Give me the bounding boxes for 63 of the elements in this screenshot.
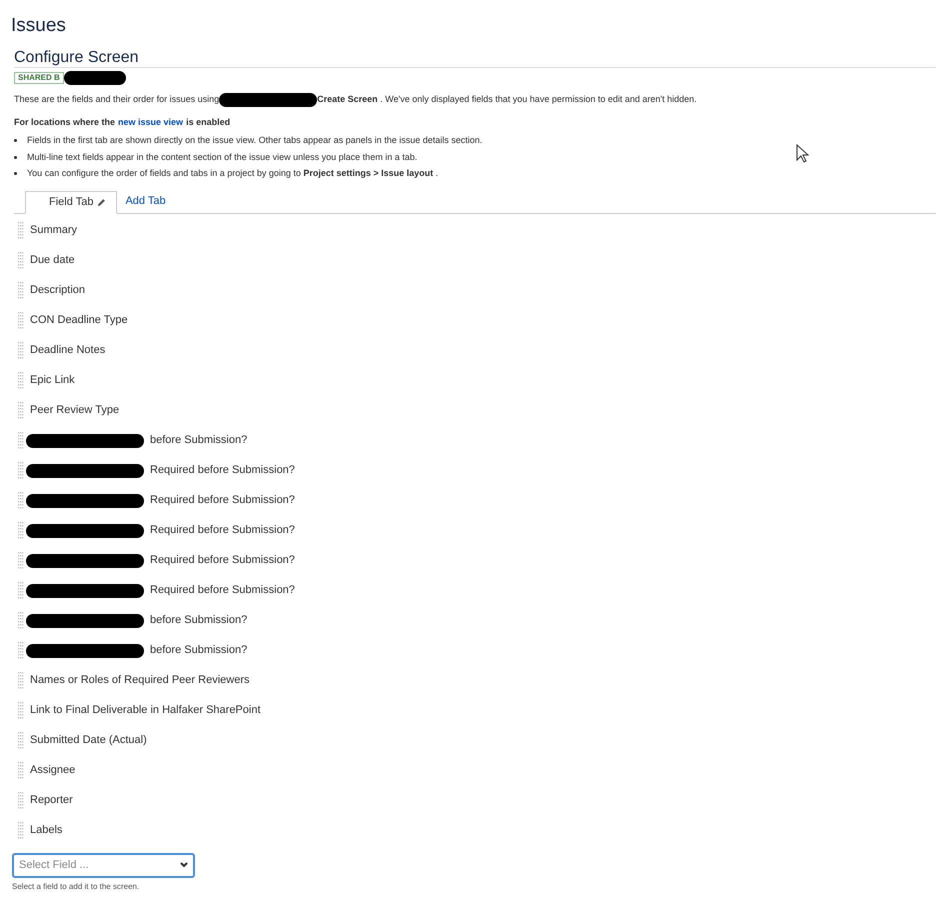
bullet-text: You can configure the order of fields and tabs in a project by going to Project settings > Issue layout . — [27, 167, 438, 180]
field-label: CON Deadline Type — [30, 313, 128, 328]
field-label: before Submission? — [150, 643, 248, 658]
field-label: Assignee — [30, 763, 76, 778]
shared-badge: SHARED B — [14, 72, 64, 84]
notice-text: is enabled — [186, 116, 230, 128]
drag-handle-icon[interactable] — [18, 822, 24, 840]
new-issue-view-link[interactable]: new issue view — [118, 116, 184, 129]
field-label: before Submission? — [150, 613, 248, 628]
field-label: Epic Link — [30, 373, 75, 388]
drag-handle-icon[interactable] — [18, 222, 24, 240]
field-label: Submitted Date (Actual) — [30, 733, 147, 748]
pencil-icon[interactable] — [97, 198, 106, 206]
help-text: Select a field to add it to the screen. — [12, 880, 140, 892]
field-label: Required before Submission? — [150, 583, 295, 598]
bullet-text: Fields in the first tab are shown directly on the issue view. Other tabs appear as panels in the issue details section. — [27, 134, 482, 147]
drag-handle-icon[interactable] — [18, 762, 24, 780]
drag-handle-icon[interactable] — [18, 612, 24, 630]
field-label: Description — [30, 283, 86, 298]
tab[interactable]: Field Tab — [25, 190, 118, 214]
field-label: Required before Submission? — [150, 463, 295, 478]
drag-handle-icon[interactable] — [18, 402, 24, 420]
field-label: Names or Roles of Required Peer Reviewers — [30, 673, 250, 688]
mouse-pointer-icon — [796, 144, 809, 163]
field-label: before Submission? — [150, 433, 248, 448]
field-label: Required before Submission? — [150, 553, 295, 568]
drag-handle-icon[interactable] — [18, 702, 24, 720]
drag-handle-icon[interactable] — [18, 732, 24, 750]
field-label: Peer Review Type — [30, 403, 120, 418]
drag-handle-icon[interactable] — [18, 582, 24, 600]
bullet-icon — [14, 156, 17, 159]
field-label: Labels — [30, 823, 62, 838]
field-label: Deadline Notes — [30, 343, 106, 358]
chevron-down-icon — [180, 862, 188, 868]
drag-handle-icon[interactable] — [18, 672, 24, 690]
field-label: Summary — [30, 223, 78, 238]
field-label: Due date — [30, 253, 75, 268]
drag-handle-icon[interactable] — [18, 552, 24, 570]
drag-handle-icon[interactable] — [18, 282, 24, 300]
intro-text: Create Screen . We've only displayed fields that you have permission to edit and aren't hidden. — [317, 92, 697, 106]
select-field[interactable]: Select Field ... — [12, 852, 195, 878]
field-label: Reporter — [30, 793, 73, 808]
bullet-icon — [14, 172, 17, 176]
drag-handle-icon[interactable] — [18, 312, 24, 330]
drag-handle-icon[interactable] — [18, 432, 24, 450]
field-label: Link to Final Deliverable in Halfaker SharePoint — [30, 703, 261, 718]
drag-handle-icon[interactable] — [18, 462, 24, 480]
drag-handle-icon[interactable] — [18, 252, 24, 270]
bullet-icon — [14, 139, 17, 142]
drag-handle-icon[interactable] — [18, 342, 24, 360]
drag-handle-icon[interactable] — [18, 642, 24, 660]
drag-handle-icon[interactable] — [18, 792, 24, 810]
field-label: Required before Submission? — [150, 523, 295, 538]
notice-text: For locations where the — [14, 116, 116, 128]
page-title: Issues — [11, 14, 67, 38]
section-title: Configure Screen — [14, 48, 139, 66]
field-label: Required before Submission? — [150, 493, 295, 508]
bullet-text: Multi-line text fields appear in the content section of the issue view unless you place them in a tab. — [27, 150, 418, 164]
drag-handle-icon[interactable] — [18, 372, 24, 390]
drag-handle-icon[interactable] — [18, 522, 24, 540]
drag-handle-icon[interactable] — [18, 492, 24, 510]
intro-text: These are the fields and their order for issues using — [14, 92, 220, 106]
tab[interactable]: Add Tab — [117, 190, 174, 212]
